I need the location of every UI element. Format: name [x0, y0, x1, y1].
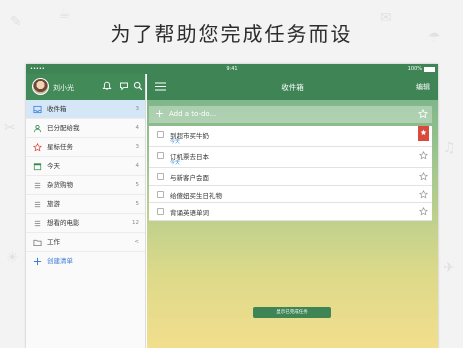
sidebar-item-label: 工作 [47, 238, 60, 246]
star-ribbon-icon[interactable] [418, 126, 429, 141]
comment-icon[interactable] [119, 81, 129, 91]
background-doodle-icon: ✈ [443, 260, 455, 276]
task-row[interactable]: 背诵英语单词 [149, 203, 432, 221]
plus-icon: + [155, 107, 165, 120]
task-checkbox[interactable] [157, 152, 164, 159]
sidebar-item-groceries[interactable]: 杂货购物 5 [26, 176, 145, 195]
star-outline-icon[interactable] [419, 151, 428, 160]
plus-icon [33, 257, 42, 266]
list-icon [34, 182, 41, 189]
star-outline-icon[interactable] [419, 207, 428, 216]
create-list-button[interactable]: 创建清单 [26, 252, 145, 271]
status-time: 9:41 [226, 66, 238, 72]
avatar[interactable] [32, 78, 49, 95]
task-due-date: 今天 [170, 139, 181, 145]
sidebar-item-inbox[interactable]: 收件箱 3 [26, 100, 145, 119]
task-checkbox[interactable] [157, 208, 164, 215]
battery-percent: 100% [407, 66, 422, 72]
show-completed-button[interactable]: 显示已完成任务 [253, 307, 331, 318]
sidebar-item-work-folder[interactable]: 工作 < [26, 233, 145, 252]
background-doodle-icon: ✂ [4, 120, 16, 136]
star-outline-icon[interactable] [419, 172, 428, 181]
sidebar-item-label: 旅游 [47, 200, 60, 208]
promo-headline: 为了帮助您完成任务而设 [110, 22, 353, 46]
list-icon [34, 201, 41, 208]
search-icon[interactable] [133, 81, 143, 91]
sidebar-header: 刘小光 [26, 74, 145, 100]
task-row[interactable]: 到超市买牛奶 今天 [149, 126, 432, 147]
list-menu: 收件箱 3 已分配给我 4 星标任务 3 今天 4 杂货购物 5 旅游 5 想看… [26, 100, 145, 271]
tablet-screen: ••••• 9:41 100% 刘小光 收件箱 3 已分配给我 4 星标任务 3… [26, 64, 438, 348]
battery-icon [424, 67, 435, 72]
task-row[interactable]: 订机票去日本 今天 [149, 147, 432, 168]
status-bar: ••••• 9:41 100% [26, 64, 438, 74]
sidebar-item-label: 今天 [47, 162, 60, 170]
task-title: 背诵英语单词 [170, 209, 209, 217]
task-title: 给傻妞买生日礼物 [170, 191, 222, 200]
assigned-to-me-icon [33, 124, 42, 133]
sidebar-item-label: 已分配给我 [47, 124, 80, 132]
chevron-left-icon[interactable]: < [134, 233, 139, 251]
sidebar-item-count: 4 [135, 125, 140, 131]
edit-button[interactable]: 编辑 [416, 82, 430, 92]
sidebar-item-label: 收件箱 [47, 105, 67, 113]
task-row[interactable]: 给傻妞买生日礼物 [149, 185, 432, 203]
star-outline-icon[interactable] [419, 189, 428, 199]
sidebar-item-label: 杂货购物 [47, 181, 73, 189]
list-icon [34, 220, 41, 227]
folder-icon [33, 239, 42, 247]
task-checkbox[interactable] [157, 131, 164, 138]
sidebar-item-label: 星标任务 [47, 143, 73, 151]
sidebar-item-count: 5 [135, 201, 140, 207]
sidebar: 刘小光 收件箱 3 已分配给我 4 星标任务 3 今天 4 杂货购物 5 旅游 … [26, 74, 146, 348]
page-title: 收件箱 [281, 83, 304, 92]
username: 刘小光 [53, 84, 74, 92]
sidebar-item-count: 3 [135, 106, 140, 112]
bell-icon[interactable] [102, 81, 112, 91]
calendar-today-icon [33, 163, 42, 171]
star-outline-icon[interactable] [418, 109, 428, 119]
main-panel: 收件箱 编辑 + Add a to-do... 到超市买牛奶 今天 订机票去日本 [147, 74, 438, 348]
task-row[interactable]: 与新客户会面 [149, 168, 432, 186]
sidebar-item-movies[interactable]: 想看的电影 12 [26, 214, 145, 233]
sidebar-item-label: 想看的电影 [47, 219, 80, 227]
star-outline-icon [33, 143, 42, 152]
add-todo-placeholder: Add a to-do... [169, 110, 217, 118]
sidebar-item-count: 5 [135, 182, 140, 188]
sidebar-item-count: 3 [135, 144, 140, 150]
sidebar-item-today[interactable]: 今天 4 [26, 157, 145, 176]
background-doodle-icon: ♫ [443, 140, 456, 156]
background-doodle-icon: ☀ [6, 250, 19, 266]
task-due-date: 今天 [170, 160, 181, 166]
task-checkbox[interactable] [157, 173, 164, 180]
sidebar-item-travel[interactable]: 旅游 5 [26, 195, 145, 214]
task-checkbox[interactable] [157, 190, 164, 198]
create-list-label: 创建清单 [47, 257, 73, 265]
sidebar-item-count: 4 [135, 163, 140, 169]
main-header: 收件箱 编辑 [147, 74, 438, 100]
add-todo-input[interactable]: + Add a to-do... [149, 106, 432, 123]
sidebar-item-count: 12 [132, 220, 139, 226]
task-title: 与新客户会面 [170, 174, 209, 182]
sidebar-item-starred[interactable]: 星标任务 3 [26, 138, 145, 157]
sidebar-item-assigned[interactable]: 已分配给我 4 [26, 119, 145, 138]
inbox-icon [33, 105, 42, 114]
task-list: 到超市买牛奶 今天 订机票去日本 今天 与新客户会面 给傻妞买生日礼物 背诵英语… [149, 126, 432, 221]
